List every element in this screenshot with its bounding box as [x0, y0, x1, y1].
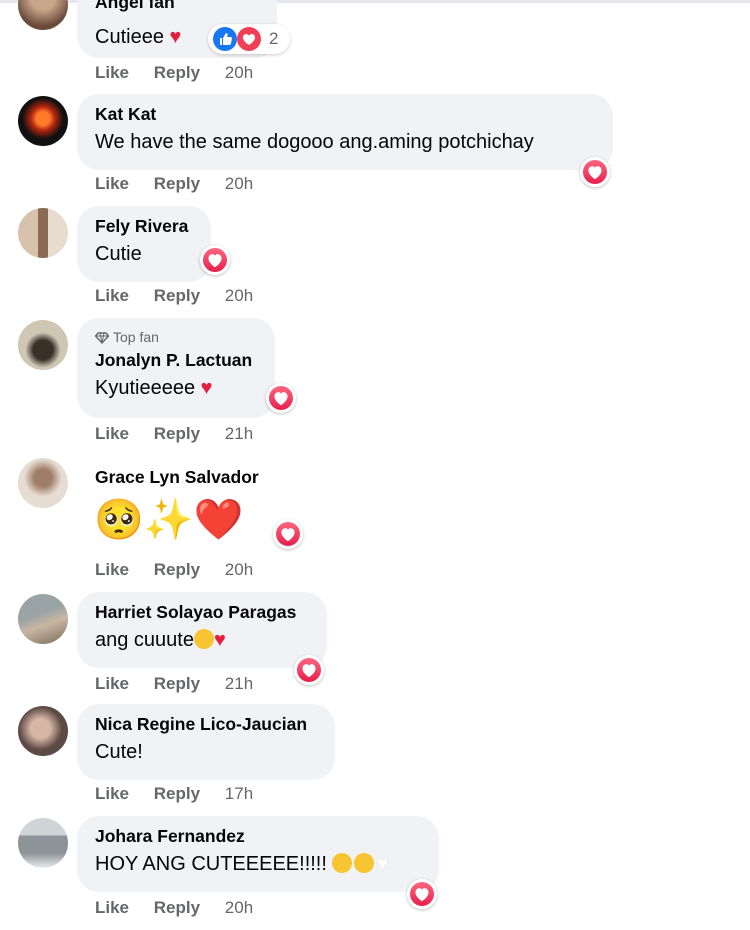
- comment-text: We have the same dogooo ang.aming potchi…: [95, 131, 534, 153]
- comment-author[interactable]: Jonalyn P. Lactuan: [95, 349, 257, 371]
- comment-actions: Like Reply 20h: [95, 898, 253, 918]
- avatar[interactable]: [18, 208, 68, 258]
- comment-text-body: ang cuuute: [95, 629, 194, 651]
- comment-author[interactable]: Angel fan: [95, 0, 259, 13]
- comment-text: ang cuuute ♥: [95, 626, 309, 654]
- avatar[interactable]: [18, 594, 68, 644]
- comment-text: Cutie: [95, 243, 142, 265]
- red-heart-icon: ♥: [169, 26, 182, 48]
- love-reaction[interactable]: [266, 383, 296, 413]
- comment-actions: Like Reply 20h: [95, 174, 253, 194]
- like-button[interactable]: Like: [95, 674, 129, 694]
- reply-button[interactable]: Reply: [154, 424, 200, 444]
- like-button[interactable]: Like: [95, 898, 129, 918]
- comment-bubble: Harriet Solayao Paragas ang cuuute ♥: [77, 592, 327, 668]
- comment-author[interactable]: Grace Lyn Salvador: [95, 466, 259, 488]
- pleading-face-icon: [332, 853, 353, 873]
- like-button[interactable]: Like: [95, 424, 129, 444]
- reply-button[interactable]: Reply: [154, 286, 200, 306]
- top-fan-badge: Top fan: [94, 328, 257, 346]
- comment-text: Cute!: [95, 741, 143, 763]
- love-reaction[interactable]: [200, 245, 230, 275]
- comment-bubble: Kat Kat We have the same dogooo ang.amin…: [77, 94, 613, 170]
- love-reaction[interactable]: [407, 879, 437, 909]
- comment-actions: Like Reply 21h: [95, 674, 253, 694]
- red-heart-icon: ♥: [213, 629, 226, 651]
- comment-text-body: Cutieee: [95, 26, 164, 48]
- like-button[interactable]: Like: [95, 286, 129, 306]
- comment-author[interactable]: Harriet Solayao Paragas: [95, 601, 309, 623]
- comment-timestamp[interactable]: 17h: [225, 784, 253, 804]
- avatar[interactable]: [18, 96, 68, 146]
- comment-bubble: Johara Fernandez HOY ANG CUTEEEEE!!!!! ♥: [77, 816, 439, 892]
- love-reaction-icon: [237, 27, 261, 51]
- like-button[interactable]: Like: [95, 784, 129, 804]
- comment-actions: Like Reply 17h: [95, 784, 253, 804]
- comment-bubble: Nica Regine Lico-Jaucian Cute!: [77, 704, 335, 780]
- comment-text-body: Kyutieeeee: [95, 377, 196, 399]
- pleading-face-icon: [193, 629, 214, 649]
- comment-text-body: HOY ANG CUTEEEEE!!!!!: [95, 853, 327, 875]
- reply-button[interactable]: Reply: [154, 174, 200, 194]
- red-heart-icon: ♥: [200, 377, 213, 399]
- comment-actions: Like Reply 20h: [95, 560, 253, 580]
- avatar[interactable]: [18, 706, 68, 756]
- reply-button[interactable]: Reply: [154, 784, 200, 804]
- comment-author[interactable]: Fely Rivera: [95, 215, 193, 237]
- avatar[interactable]: [18, 0, 68, 30]
- reply-button[interactable]: Reply: [154, 898, 200, 918]
- reaction-summary[interactable]: 2: [208, 24, 290, 54]
- comment-text: HOY ANG CUTEEEEE!!!!! ♥: [95, 850, 421, 878]
- comment-actions: Like Reply 20h: [95, 286, 253, 306]
- avatar[interactable]: [18, 818, 68, 868]
- comment-timestamp[interactable]: 20h: [225, 63, 253, 83]
- comment-author[interactable]: Kat Kat: [95, 103, 595, 125]
- love-reaction[interactable]: [580, 157, 610, 187]
- pleading-face-icon: [354, 853, 375, 873]
- emoji-comment: 🥺✨❤️: [94, 498, 244, 542]
- comment-timestamp[interactable]: 20h: [225, 174, 253, 194]
- top-fan-label: Top fan: [113, 329, 159, 345]
- comment-timestamp[interactable]: 21h: [225, 674, 253, 694]
- comment-timestamp[interactable]: 21h: [225, 424, 253, 444]
- like-button[interactable]: Like: [95, 63, 129, 83]
- comment-text: Kyutieeeee ♥: [95, 374, 257, 402]
- white-heart-icon: ♥: [376, 853, 389, 875]
- comment-author[interactable]: Johara Fernandez: [95, 825, 421, 847]
- avatar[interactable]: [18, 458, 68, 508]
- love-reaction[interactable]: [294, 655, 324, 685]
- avatar[interactable]: [18, 320, 68, 370]
- reply-button[interactable]: Reply: [154, 63, 200, 83]
- diamond-icon: [94, 332, 110, 345]
- comment-timestamp[interactable]: 20h: [225, 560, 253, 580]
- love-reaction[interactable]: [273, 519, 303, 549]
- comment-bubble: Fely Rivera Cutie: [77, 206, 211, 282]
- comment-actions: Like Reply 20h: [95, 63, 253, 83]
- comment-actions: Like Reply 21h: [95, 424, 253, 444]
- like-button[interactable]: Like: [95, 174, 129, 194]
- comment-timestamp[interactable]: 20h: [225, 286, 253, 306]
- like-reaction-icon: [213, 27, 237, 51]
- comment-bubble: Top fan Jonalyn P. Lactuan Kyutieeeee ♥: [77, 318, 275, 418]
- reply-button[interactable]: Reply: [154, 674, 200, 694]
- like-button[interactable]: Like: [95, 560, 129, 580]
- comment-author[interactable]: Nica Regine Lico-Jaucian: [95, 713, 317, 735]
- reaction-count: 2: [269, 29, 279, 48]
- reply-button[interactable]: Reply: [154, 560, 200, 580]
- comment-timestamp[interactable]: 20h: [225, 898, 253, 918]
